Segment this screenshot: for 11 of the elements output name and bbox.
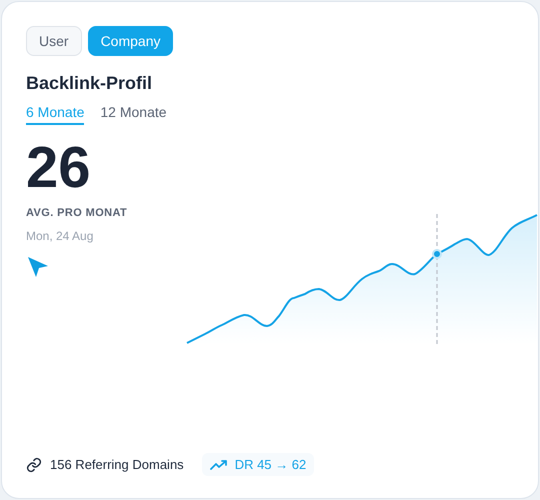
trend-up-icon	[210, 458, 228, 470]
link-icon	[26, 456, 42, 472]
hover-date: Mon, 24 Aug	[26, 229, 94, 243]
metric-value: 26	[26, 139, 92, 197]
segment-tab[interactable]: User	[26, 26, 82, 56]
period-tab[interactable]: 12 Monate	[100, 104, 167, 125]
rating-chip: DR 45 → 62	[202, 453, 314, 476]
card-title: Backlink-Profil	[26, 73, 154, 94]
cursor-icon	[26, 255, 50, 279]
metric-label: AVG. PRO MONAT	[26, 207, 128, 219]
referring-domains: 156 Referring Domains	[50, 457, 184, 472]
